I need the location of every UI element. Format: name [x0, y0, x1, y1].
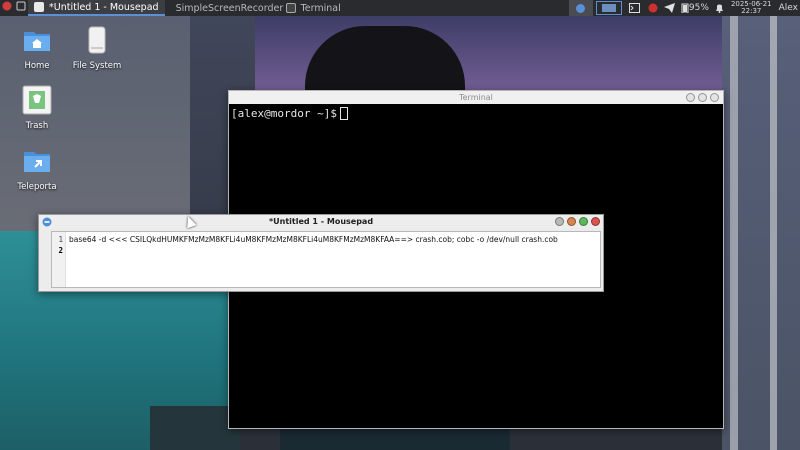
terminal-cursor [339, 107, 348, 120]
line-number-gutter: 1 2 [52, 232, 66, 287]
terminal-close-button[interactable] [710, 93, 719, 102]
window-menu-icon[interactable] [42, 217, 52, 229]
desktop-icon-label: Home [24, 61, 50, 71]
recording-icon[interactable] [645, 0, 661, 16]
workspace-2[interactable] [595, 1, 622, 15]
wallpaper-frame-bar [770, 16, 777, 450]
task-simplescreenrecorder[interactable]: SimpleScreenRecorder [165, 0, 284, 16]
clock-time: 22:37 [741, 7, 762, 15]
task-label: SimpleScreenRecorder [175, 2, 284, 14]
text-line [69, 245, 600, 256]
desktop-icon-home[interactable]: Home [7, 25, 67, 71]
maximize-button[interactable] [579, 217, 588, 226]
battery-indicator[interactable]: 95% [678, 0, 712, 16]
task-terminal[interactable]: Terminal [280, 0, 347, 16]
trash-icon [22, 85, 52, 115]
terminal-title: Terminal [459, 93, 493, 102]
workspace-preview-icon [601, 4, 616, 12]
close-button[interactable] [591, 217, 600, 226]
terminal-tray-icon[interactable] [625, 0, 645, 16]
terminal-icon [285, 3, 296, 13]
shade-button[interactable] [555, 217, 564, 226]
mousepad-titlebar[interactable]: *Untitled 1 - Mousepad [39, 215, 603, 228]
desktop-icon-label: File System [72, 61, 122, 71]
desktop-icon-label: Trash [25, 121, 49, 131]
terminal-window-controls [686, 93, 719, 102]
app-menu-icon[interactable] [0, 0, 14, 16]
terminal-prompt-line: [alex@mordor ~]$ [231, 107, 348, 120]
desktop-icon-file-system[interactable]: File System [67, 25, 127, 71]
terminal-maximize-button[interactable] [698, 93, 707, 102]
text-editor[interactable]: 1 2 base64 -d <<< CSILQkdHUMKFMzMzM8KFLi… [51, 231, 601, 288]
task-label: *Untitled 1 - Mousepad [49, 1, 159, 13]
minimize-button[interactable] [567, 217, 576, 226]
battery-icon [681, 3, 689, 13]
task-mousepad[interactable]: *Untitled 1 - Mousepad [28, 0, 165, 16]
line-number: 1 [58, 235, 63, 244]
terminal-minimize-button[interactable] [686, 93, 695, 102]
home-folder-icon [24, 32, 50, 51]
notification-bell-icon[interactable] [712, 0, 727, 16]
telegram-icon[interactable] [661, 0, 678, 16]
top-panel: *Untitled 1 - Mousepad SimpleScreenRecor… [0, 0, 800, 16]
mousepad-window-controls [555, 217, 600, 226]
workspace-icon [576, 3, 586, 13]
desktop-icon-teleporta[interactable]: Teleporta [7, 146, 67, 192]
clock[interactable]: 2025-06-21 22:37 [727, 0, 776, 16]
desktop-icon-trash[interactable]: Trash [7, 85, 67, 131]
mousepad-title: *Untitled 1 - Mousepad [268, 217, 374, 226]
show-desktop-icon[interactable] [14, 0, 28, 16]
mousepad-icon [34, 2, 44, 12]
system-tray: 95% 2025-06-21 22:37 Alex [568, 0, 800, 16]
wallpaper-floor [150, 406, 240, 450]
text-area[interactable]: base64 -d <<< CSILQkdHUMKFMzMzM8KFLi4uM8… [66, 232, 600, 287]
terminal-titlebar[interactable]: Terminal [229, 91, 723, 104]
wallpaper-frame-bar [730, 16, 738, 450]
desktop-icon-label: Teleporta [17, 182, 57, 192]
teleporta-folder-icon [24, 152, 50, 172]
user-menu[interactable]: Alex [776, 0, 800, 16]
terminal-prompt: [alex@mordor ~]$ [231, 107, 337, 120]
drive-icon [88, 26, 106, 54]
mousepad-window[interactable]: *Untitled 1 - Mousepad 1 2 base64 -d <<<… [38, 214, 604, 292]
battery-percent: 95% [688, 3, 709, 13]
workspace-1[interactable] [568, 0, 593, 16]
text-line: base64 -d <<< CSILQkdHUMKFMzMzM8KFLi4uM8… [69, 235, 558, 244]
task-label: Terminal [300, 2, 341, 14]
line-number: 2 [58, 246, 63, 255]
